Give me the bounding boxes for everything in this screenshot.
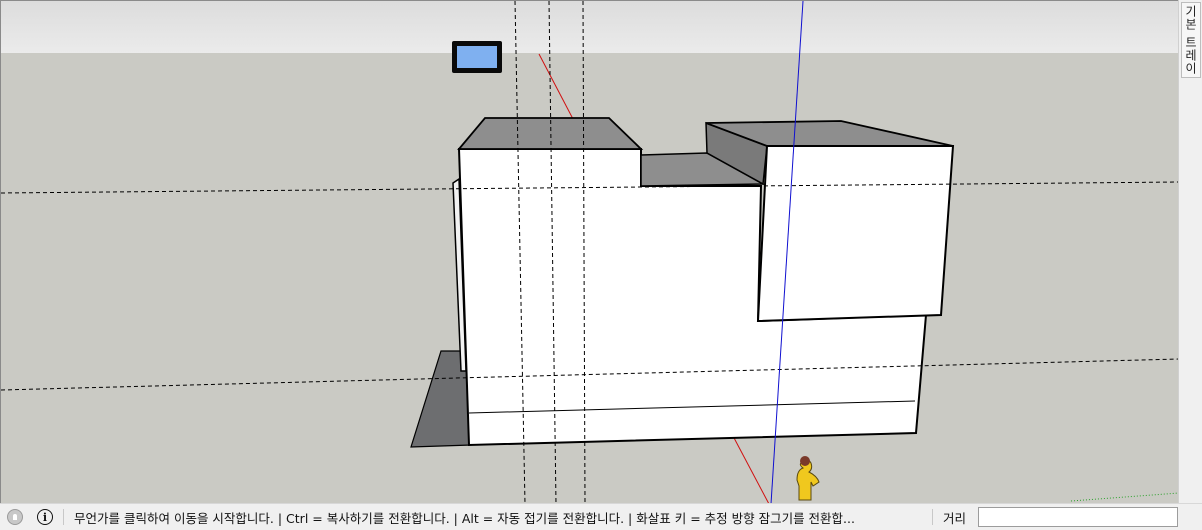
sky <box>1 1 1178 53</box>
info-icon[interactable]: i <box>37 509 53 525</box>
geo-location-icon[interactable] <box>7 509 23 525</box>
distance-input[interactable] <box>978 507 1178 527</box>
status-message: 무언가를 클릭하여 이동을 시작합니다. | Ctrl = 복사하기를 전환합니… <box>74 510 855 526</box>
default-tray-tab[interactable]: 기본 트레이 <box>1181 2 1201 78</box>
block-right-front <box>756 145 955 323</box>
model-viewport[interactable] <box>0 0 1178 503</box>
status-bar: i 무언가를 클릭하여 이동을 시작합니다. | Ctrl = 복사하기를 전환… <box>0 503 1202 530</box>
roof-left <box>457 117 644 150</box>
distance-label: 거리 <box>943 510 967 526</box>
scene-canvas[interactable] <box>1 1 1178 503</box>
status-divider <box>932 509 933 525</box>
default-tray-tab-label: 기본 트레이 <box>1183 5 1198 75</box>
section-plane-icon <box>452 41 502 73</box>
default-tray-panel: 기본 트레이 <box>1178 0 1202 503</box>
status-divider <box>63 509 64 525</box>
